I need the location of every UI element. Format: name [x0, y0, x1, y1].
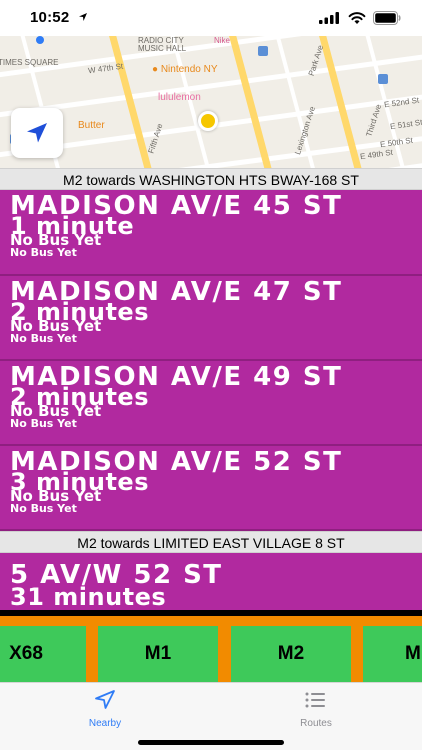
cellular-signal-icon	[319, 12, 339, 24]
tab-nearby[interactable]: Nearby	[60, 689, 150, 729]
stop-card[interactable]: MADISON AV/E 47 ST 2 minutes No Bus Yet …	[0, 276, 422, 361]
list-icon	[305, 692, 325, 708]
bus-status: No Bus Yet	[10, 502, 77, 515]
route-selector[interactable]: X68 M1 M2 M	[0, 610, 422, 682]
stop-card[interactable]: MADISON AV/E 45 ST 1 minute No Bus Yet N…	[0, 190, 422, 276]
stop-card[interactable]: MADISON AV/E 52 ST 3 minutes No Bus Yet …	[0, 446, 422, 531]
map-label-music-hall: MUSIC HALL	[138, 44, 187, 53]
battery-icon	[373, 11, 401, 25]
location-arrow-icon	[95, 690, 115, 709]
map-view[interactable]: TIMES SQUARE W 47th St RADIO CITY MUSIC …	[0, 36, 422, 168]
status-time: 10:52	[30, 9, 70, 26]
location-services-icon	[79, 13, 87, 21]
route-button-label: M	[405, 643, 421, 664]
tab-routes-label: Routes	[300, 718, 332, 729]
map-poi-nintendo[interactable]: ● Nintendo NY	[152, 64, 218, 75]
route-button-label: M2	[277, 643, 305, 664]
tab-routes[interactable]: Routes	[271, 689, 361, 729]
tab-nearby-label: Nearby	[88, 718, 122, 729]
route-button-m1[interactable]: M1	[98, 626, 218, 682]
status-bar: 10:52	[0, 0, 422, 36]
route-direction-header-2: M2 towards LIMITED EAST VILLAGE 8 ST	[0, 531, 422, 553]
route-button-x68[interactable]: X68	[0, 626, 86, 682]
map-poi-butter[interactable]: Butter	[78, 120, 105, 131]
wifi-icon	[348, 12, 366, 24]
home-indicator	[138, 740, 284, 745]
stop-eta: 31 minutes	[10, 583, 167, 610]
recenter-location-button[interactable]	[11, 108, 63, 158]
map-streets	[0, 36, 422, 168]
route-direction-header-1: M2 towards WASHINGTON HTS BWAY-168 ST	[0, 168, 422, 190]
route-button-m2[interactable]: M2	[231, 626, 351, 682]
map-poi-nintendo-label: Nintendo NY	[160, 64, 218, 75]
user-location-dot	[198, 111, 218, 131]
bus-status: No Bus Yet	[10, 332, 77, 345]
location-arrow-icon	[27, 123, 47, 143]
stop-card[interactable]: 5 AV/W 52 ST 31 minutes	[0, 553, 422, 610]
route-button-m-partial[interactable]: M	[363, 626, 422, 682]
map-poi-lululemon[interactable]: lululemon	[158, 92, 201, 103]
map-label-nike: Nike	[214, 36, 231, 45]
map-label-times-square: TIMES SQUARE	[0, 58, 59, 67]
stop-card[interactable]: MADISON AV/E 49 ST 2 minutes No Bus Yet …	[0, 361, 422, 446]
bus-status: No Bus Yet	[10, 246, 77, 259]
bus-status: No Bus Yet	[10, 417, 77, 430]
map-poi-lululemon-label: lululemon	[158, 92, 201, 103]
route-button-label: X68	[9, 643, 43, 664]
route-button-label: M1	[144, 643, 172, 664]
map-poi-butter-label: Butter	[78, 120, 105, 131]
